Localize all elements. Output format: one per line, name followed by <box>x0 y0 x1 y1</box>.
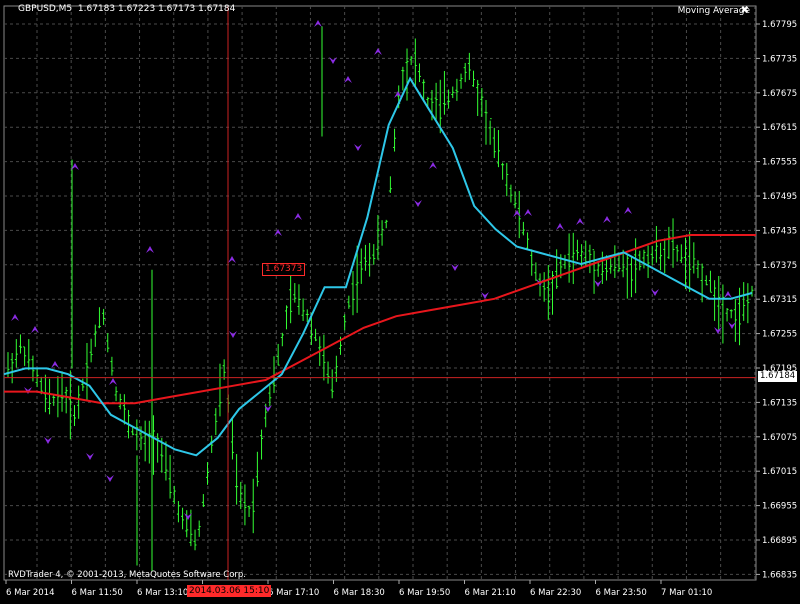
time-tick-label: 6 Mar 17:10 <box>268 588 319 598</box>
price-tick-label: 1.67795 <box>762 20 797 30</box>
price-tick-label: 1.67675 <box>762 89 797 99</box>
time-tick-label: 6 Mar 2014 <box>6 588 54 598</box>
current-price-label: 1.67184 <box>758 371 798 382</box>
crosshair-time-label: 2014.03.06 15:10 <box>187 585 272 597</box>
symbol-title: GBPUSD,M5 <box>18 4 73 14</box>
time-tick-label: 6 Mar 19:50 <box>399 588 450 598</box>
time-tick-label: 7 Mar 01:10 <box>661 588 712 598</box>
crosshair-price-label: 1.67373 <box>262 263 306 276</box>
price-tick-label: 1.67555 <box>762 158 797 168</box>
price-tick-label: 1.67375 <box>762 261 797 271</box>
price-tick-label: 1.67735 <box>762 54 797 64</box>
price-tick-label: 1.67435 <box>762 226 797 236</box>
price-tick-label: 1.67015 <box>762 467 797 477</box>
price-chart[interactable]: 1.67795 1.67735 1.67675 1.67615 1.67555 1.674… <box>0 0 800 600</box>
price-tick-label: 1.67135 <box>762 398 797 408</box>
time-tick-label: 6 Mar 23:50 <box>596 588 647 598</box>
ohlc-values: 1.67183 1.67223 1.67173 1.67184 <box>77 4 236 14</box>
close-icon[interactable]: ✖ <box>741 5 749 16</box>
price-tick-label: 1.67615 <box>762 123 797 133</box>
time-tick-label: 6 Mar 22:30 <box>530 588 581 598</box>
price-tick-label: 1.66895 <box>762 536 797 546</box>
price-tick-label: 1.67075 <box>762 433 797 443</box>
price-tick-label: 1.67315 <box>762 295 797 305</box>
time-tick-label: 6 Mar 18:30 <box>334 588 385 598</box>
chart-window[interactable]: 1.67795 1.67735 1.67675 1.67615 1.67555 1.674… <box>0 0 800 600</box>
indicator-label[interactable]: Moving Average <box>678 6 750 16</box>
price-tick-label: 1.66955 <box>762 502 797 512</box>
price-tick-label: 1.67255 <box>762 330 797 340</box>
symbol-header: GBPUSD,M5 1.67183 1.67223 1.67173 1.6718… <box>18 4 235 14</box>
time-tick-label: 6 Mar 11:50 <box>72 588 123 598</box>
time-tick-label: 6 Mar 13:10 <box>137 588 188 598</box>
price-tick-label: 1.67495 <box>762 192 797 202</box>
time-tick-label: 6 Mar 21:10 <box>465 588 516 598</box>
chart-background <box>0 0 800 600</box>
copyright-text: RVDTrader 4, © 2001-2013, MetaQuotes Sof… <box>8 570 246 580</box>
price-tick-label: 1.66835 <box>762 570 797 580</box>
